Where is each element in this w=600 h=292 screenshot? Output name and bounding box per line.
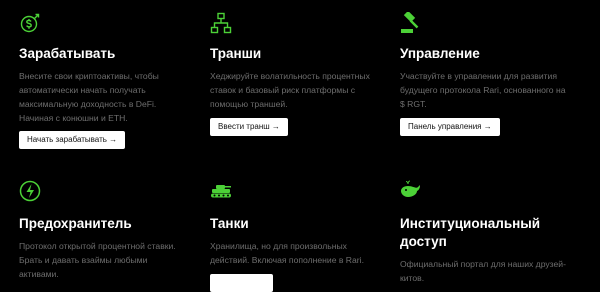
tanks-button[interactable] [210,274,273,292]
hierarchy-icon [210,12,232,34]
card-description: Внесите свои криптоактивы, чтобы автомат… [19,71,159,123]
card-description: Протокол открытой процентной ставки. Бра… [19,241,176,279]
card-title: Зарабатывать [19,46,116,61]
card-description: Хеджируйте волатильность процентных став… [210,71,370,109]
card-title: Предохранитель [19,216,132,231]
dollar-circle-icon [19,12,41,34]
card-title: Институциональный доступ [400,216,541,249]
start-earning-button[interactable]: Начать зарабатывать → [19,131,126,149]
tank-icon [210,180,232,202]
card-description: Хранилища, но для произвольных действий.… [210,241,364,265]
whale-icon [400,180,422,202]
card-title: Управление [400,46,480,61]
card-description: Участвуйте в управлении для развития буд… [400,71,566,109]
card-title: Танки [210,216,249,231]
gavel-icon [400,12,422,34]
card-title: Транши [210,46,262,61]
governance-dashboard-button[interactable]: Панель управления → [400,118,500,136]
lightning-icon [19,180,41,202]
enter-tranche-button[interactable]: Ввести транш → [210,118,288,136]
